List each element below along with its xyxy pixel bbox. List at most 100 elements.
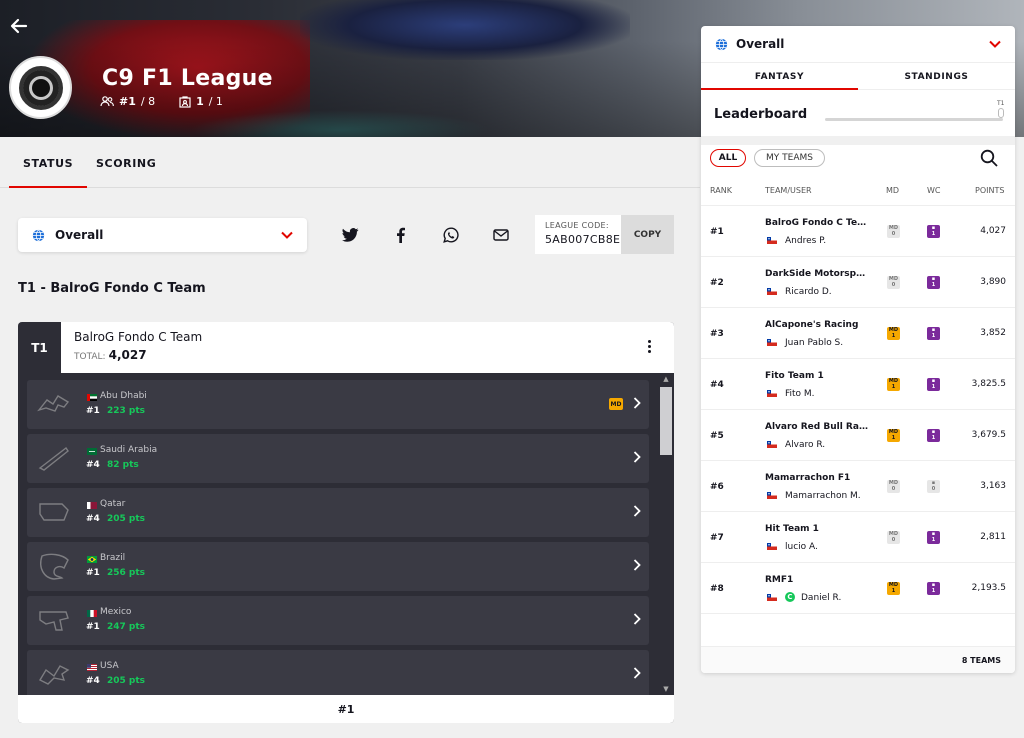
row-rank: #6: [710, 482, 724, 492]
row-team-name: AlCapone's Racing: [765, 320, 859, 330]
row-points: 2,193.5: [971, 583, 1006, 593]
col-wc: WC: [927, 186, 941, 195]
row-rank: #7: [710, 533, 724, 543]
chevron-right-icon: [633, 613, 641, 625]
race-points: 205 pts: [107, 676, 146, 686]
row-rank: #3: [710, 329, 724, 339]
leaderboard-row[interactable]: #4 Fito Team 1 Fito M. MD 1 ▪ 1 3,825.5: [701, 359, 1015, 410]
filter-all-chip[interactable]: ALL: [710, 149, 746, 167]
leaderboard-marker-pin: [998, 108, 1004, 118]
scroll-down-icon[interactable]: ▼: [662, 685, 670, 693]
wildcard-badge: ▪ 1: [927, 225, 940, 238]
panel-overall-dropdown[interactable]: Overall: [701, 26, 1015, 62]
tab-status[interactable]: STATUS: [8, 157, 88, 188]
scrollbar-thumb[interactable]: [660, 387, 672, 455]
race-name: Mexico: [100, 607, 132, 617]
track-usa-icon: [39, 665, 70, 685]
league-rank-total: / 8: [140, 95, 156, 108]
overall-dropdown[interactable]: Overall: [18, 218, 307, 252]
leaderboard-row[interactable]: #7 Hit Team 1 lucio A. MD 0 ▪ 1 2,811: [701, 512, 1015, 563]
leaderboard-row[interactable]: #3 AlCapone's Racing Juan Pablo S. MD 1 ▪ 1 3,8…: [701, 308, 1015, 359]
leaderboard-row[interactable]: #1 BalroG Fondo C Team Andres P. MD 0 ▪ 1 4,027: [701, 206, 1015, 257]
flag-mexico-icon: [87, 610, 97, 617]
race-name: Brazil: [100, 553, 126, 563]
row-user-name: lucio A.: [785, 542, 818, 552]
panel-divider: [701, 136, 1015, 145]
race-row-abu-dhabi[interactable]: Abu Dhabi #1 223 pts MD: [27, 380, 649, 429]
row-points: 2,811: [980, 532, 1006, 542]
track-mexico-icon: [39, 611, 69, 631]
race-points: 247 pts: [107, 622, 146, 632]
row-user-name: Ricardo D.: [785, 287, 832, 297]
search-icon[interactable]: [980, 149, 1000, 169]
row-points: 3,825.5: [971, 379, 1006, 389]
copy-code-button[interactable]: COPY: [621, 215, 674, 254]
race-name: Qatar: [100, 499, 126, 509]
row-team-name: Alvaro Red Bull Racing: [765, 422, 869, 432]
back-arrow-icon[interactable]: [10, 17, 30, 37]
leaderboard-footer: 8 TEAMS: [701, 646, 1015, 673]
twitter-share-button[interactable]: [338, 223, 362, 247]
race-row-brazil[interactable]: Brazil #1 256 pts: [27, 542, 649, 591]
flag-chile-icon: [767, 288, 777, 295]
leaderboard-panel: Overall FANTASY STANDINGS Leaderboard T1…: [701, 26, 1015, 673]
mail-icon: [493, 229, 509, 241]
filter-my-teams-chip[interactable]: MY TEAMS: [754, 149, 825, 167]
panel-dropdown-label: Overall: [736, 37, 785, 51]
league-teams-value: 1: [196, 95, 204, 108]
wildcard-badge: ▪ 1: [927, 378, 940, 391]
whatsapp-share-button[interactable]: [439, 223, 463, 247]
globe-icon: [32, 229, 45, 241]
facebook-share-button[interactable]: [388, 223, 412, 247]
league-rank-value: #1: [119, 95, 136, 108]
row-user-name: Fito M.: [785, 389, 815, 399]
league-tabs: STATUS SCORING: [0, 137, 700, 188]
race-row-qatar[interactable]: Qatar #4 205 pts: [27, 488, 649, 537]
race-row-usa[interactable]: USA #4 205 pts: [27, 650, 649, 695]
mega-driver-badge: MD 0: [887, 480, 900, 493]
wildcard-badge: ▪ 0: [927, 480, 940, 493]
more-options-icon[interactable]: [646, 340, 652, 356]
overall-dropdown-label: Overall: [55, 228, 104, 242]
captain-badge: C: [785, 592, 795, 602]
chevron-right-icon: [633, 397, 641, 409]
race-list: Abu Dhabi #1 223 pts MD Saudi Arabia #4 …: [18, 373, 658, 695]
row-rank: #4: [710, 380, 724, 390]
race-position: #4: [86, 514, 100, 524]
race-position: #1: [86, 406, 100, 416]
flag-qatar-icon: [87, 502, 97, 509]
users-icon: [100, 96, 114, 107]
race-name: Abu Dhabi: [100, 391, 147, 401]
race-list-scrollbar[interactable]: ▲ ▼: [658, 373, 674, 695]
race-points: 82 pts: [107, 460, 139, 470]
teams-icon: [179, 95, 191, 108]
flag-usa-icon: [87, 664, 97, 671]
team-card-header: T1 BalroG Fondo C Team TOTAL: 4,027: [18, 322, 674, 373]
race-row-saudi-arabia[interactable]: Saudi Arabia #4 82 pts: [27, 434, 649, 483]
scroll-up-icon[interactable]: ▲: [662, 375, 670, 383]
chevron-right-icon: [633, 451, 641, 463]
row-points: 3,679.5: [971, 430, 1006, 440]
leaderboard-row[interactable]: #2 DarkSide Motorsport Ricardo D. MD 0 ▪ 1 3,89…: [701, 257, 1015, 308]
tab-standings[interactable]: STANDINGS: [858, 63, 1015, 89]
section-title: T1 - BalroG Fondo C Team: [18, 281, 206, 296]
chevron-right-icon: [633, 667, 641, 679]
race-row-mexico[interactable]: Mexico #1 247 pts: [27, 596, 649, 645]
row-rank: #5: [710, 431, 724, 441]
league-rank: #1 / 8: [100, 95, 155, 108]
league-code-label: LEAGUE CODE:: [545, 221, 609, 230]
mega-driver-badge: MD 1: [887, 429, 900, 442]
leaderboard-row[interactable]: #5 Alvaro Red Bull Racing Alvaro R. MD 1 ▪ 1 3,…: [701, 410, 1015, 461]
track-saudi-arabia-icon: [38, 446, 69, 471]
leaderboard-row[interactable]: #8 RMF1 C Daniel R. MD 1 ▪ 1 2,193.5: [701, 563, 1015, 614]
team-card-footer-rank: #1: [18, 695, 674, 723]
wildcard-badge: ▪ 1: [927, 327, 940, 340]
tab-scoring[interactable]: SCORING: [96, 157, 156, 170]
flag-chile-icon: [767, 492, 777, 499]
flag-chile-icon: [767, 237, 777, 244]
tab-fantasy[interactable]: FANTASY: [701, 63, 858, 90]
email-share-button[interactable]: [489, 223, 513, 247]
row-team-name: Fito Team 1: [765, 371, 824, 381]
race-position: #1: [86, 622, 100, 632]
leaderboard-row[interactable]: #6 Mamarrachon F1 Mamarrachon M. MD 0 ▪ 0 3,163: [701, 461, 1015, 512]
